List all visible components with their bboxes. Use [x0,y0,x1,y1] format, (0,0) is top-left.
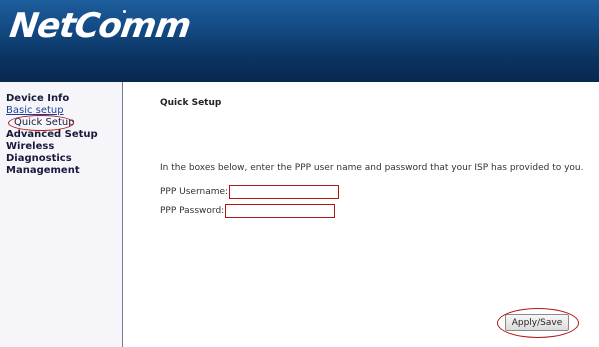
netcomm-logo: NetComm [7,6,193,46]
password-row: PPP Password: [160,203,336,219]
sidebar-item-management[interactable]: Management [6,165,98,177]
username-label: PPP Username: [160,187,229,197]
sidebar-nav: Device Info Basic setup Quick Setup Adva… [6,93,98,177]
sidebar-item-advanced-setup[interactable]: Advanced Setup [6,129,98,141]
ppp-password-input[interactable] [225,204,336,218]
username-row: PPP Username: [160,184,340,200]
sidebar-item-wireless[interactable]: Wireless [6,141,98,153]
sidebar-item-device-info[interactable]: Device Info [6,93,98,105]
trademark-dot [123,10,126,13]
sidebar-item-quick-setup[interactable]: Quick Setup [14,117,75,129]
page-title: Quick Setup [160,98,222,108]
sidebar-item-basic-setup[interactable]: Basic setup [6,105,98,117]
sidebar-item-diagnostics[interactable]: Diagnostics [6,153,98,165]
apply-save-button[interactable]: Apply/Save [505,314,569,331]
instructions-text: In the boxes below, enter the PPP user n… [160,163,584,173]
password-label: PPP Password: [160,206,225,216]
ppp-username-input[interactable] [229,185,340,199]
header-banner: NetComm [0,0,599,82]
sidebar: Device Info Basic setup Quick Setup Adva… [0,82,123,347]
